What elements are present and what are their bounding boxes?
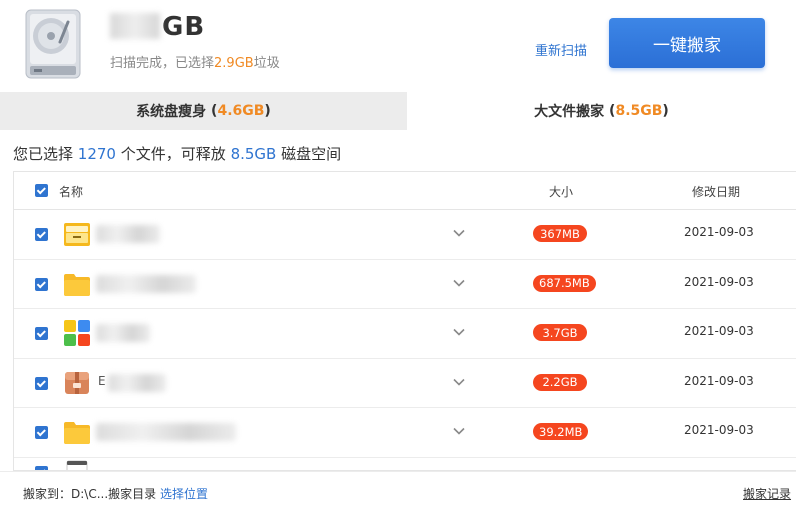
chevron-down-icon[interactable] <box>452 226 466 240</box>
select-all-checkbox[interactable] <box>35 184 48 197</box>
package-icon <box>65 371 89 394</box>
rescan-link[interactable]: 重新扫描 <box>535 40 587 59</box>
chevron-down-icon[interactable] <box>452 276 466 290</box>
blurred-text <box>110 13 160 39</box>
modified-date: 2021-09-03 <box>684 274 754 289</box>
size-badge: 2.2GB <box>533 373 587 391</box>
table-row[interactable]: 687.5MB 2021-09-03 <box>14 259 796 309</box>
header: GB 扫描完成，已选择2.9GB垃圾 重新扫描 一键搬家 <box>0 0 796 92</box>
file-name-start: E <box>98 373 106 388</box>
file-name-blurred <box>96 225 160 243</box>
disk-title: GB <box>110 12 205 42</box>
move-history-link[interactable]: 搬家记录 <box>743 485 791 502</box>
table-row[interactable]: E 2.2GB 2021-09-03 <box>14 358 796 408</box>
destination-path: D:\C...搬家目录 <box>71 487 157 501</box>
folder-icon <box>64 422 90 444</box>
archive-folder-icon <box>64 223 90 246</box>
folder-icon <box>64 273 90 296</box>
row-checkbox[interactable] <box>35 426 48 439</box>
file-name-blurred <box>96 324 150 342</box>
size-badge: 367MB <box>533 225 587 242</box>
chevron-down-icon[interactable] <box>452 325 466 339</box>
selected-junk-size: 2.9GB <box>214 56 254 71</box>
column-name: 名称 <box>59 185 84 199</box>
scan-status: 扫描完成，已选择2.9GB垃圾 <box>110 56 280 71</box>
file-table: 名称 大小 修改日期 367MB 2021-09-03 687.5MB 2021… <box>13 171 796 471</box>
modified-date: 2021-09-03 <box>684 324 754 338</box>
file-name-blurred <box>96 423 236 441</box>
size-badge: 687.5MB <box>533 274 596 292</box>
modified-date: 2021-09-03 <box>684 423 754 437</box>
one-click-move-button[interactable]: 一键搬家 <box>609 18 765 68</box>
modified-date: 2021-09-03 <box>684 373 754 388</box>
size-badge: 39.2MB <box>533 423 589 440</box>
column-size: 大小 <box>549 185 574 199</box>
table-row[interactable]: 367MB 2021-09-03 <box>14 210 796 260</box>
chevron-down-icon[interactable] <box>452 424 466 438</box>
table-row[interactable]: 39.2MB 2021-09-03 <box>14 408 796 458</box>
choose-location-link[interactable]: 选择位置 <box>160 485 208 502</box>
row-checkbox[interactable] <box>35 277 48 291</box>
app-icon <box>64 320 90 346</box>
table-row[interactable]: 3.7GB 2021-09-03 <box>14 309 796 359</box>
tab-bar: 系统盘瘦身 (4.6GB) 大文件搬家 (8.5GB) <box>0 92 796 130</box>
table-header: 名称 大小 修改日期 <box>14 172 796 210</box>
chevron-down-icon[interactable] <box>452 375 466 389</box>
move-destination: 搬家到：D:\C...搬家目录 <box>23 487 157 501</box>
selection-summary: 您已选择 1270 个文件，可释放 8.5GB 磁盘空间 <box>13 145 342 163</box>
table-row[interactable] <box>14 457 796 470</box>
modified-date: 2021-09-03 <box>684 225 754 239</box>
row-checkbox[interactable] <box>35 228 48 241</box>
row-checkbox[interactable] <box>35 327 48 340</box>
footer: 搬家到：D:\C...搬家目录 选择位置 搬家记录 <box>0 471 796 509</box>
file-name-blurred <box>96 274 196 293</box>
file-icon <box>66 460 88 470</box>
tab-large-file-move[interactable]: 大文件搬家 (8.5GB) <box>407 92 796 130</box>
tab-system-disk-slim[interactable]: 系统盘瘦身 (4.6GB) <box>0 92 407 130</box>
column-date: 修改日期 <box>692 185 741 199</box>
row-checkbox[interactable] <box>35 376 48 390</box>
hard-disk-icon <box>25 9 81 79</box>
file-name-blurred <box>108 373 166 392</box>
size-badge: 3.7GB <box>533 324 587 341</box>
